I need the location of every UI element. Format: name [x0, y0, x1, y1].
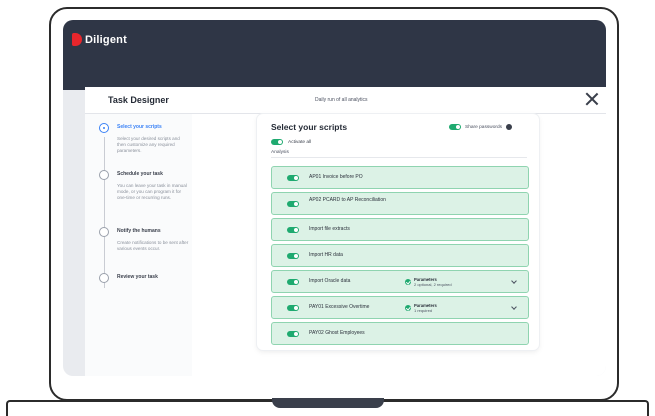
activate-all-toggle[interactable] [271, 139, 283, 145]
script-name: PAY01 Excessive Overtime [309, 304, 370, 310]
brand-name: Diligent [85, 33, 127, 46]
diligent-logo-icon [72, 33, 82, 46]
step-indicator-icon [99, 227, 109, 237]
brand-logo[interactable]: Diligent [72, 33, 127, 46]
script-row-pay02[interactable]: PAY02 Ghost Employees [271, 322, 529, 345]
laptop-mockup: Diligent Task Designer Daily run of all … [0, 0, 655, 416]
script-toggle[interactable] [287, 331, 299, 337]
task-designer-dialog: Task Designer Daily run of all analytics… [85, 87, 606, 376]
script-toggle[interactable] [287, 175, 299, 181]
step-title: Notify the humans [117, 228, 161, 234]
dialog-title: Task Designer [108, 95, 169, 105]
step-indicator-icon [99, 123, 109, 133]
step-description: Create notifications to be sent after va… [117, 240, 189, 251]
script-name: Import file extracts [309, 226, 350, 232]
task-name: Daily run of all analytics [315, 97, 368, 103]
script-row-ap02[interactable]: AP02 PCARD to AP Reconciliation [271, 192, 529, 215]
laptop-notch [272, 398, 384, 408]
script-toggle[interactable] [287, 227, 299, 233]
script-list: AP01 Invoice before PO AP02 PCARD to AP … [271, 166, 529, 348]
step-description: Select your desired scripts and then cus… [117, 136, 180, 153]
activate-all-control: Activate all [271, 139, 311, 145]
divider [271, 157, 527, 158]
laptop-screen: Diligent Task Designer Daily run of all … [63, 20, 606, 376]
chevron-down-icon[interactable] [511, 304, 517, 310]
script-row-import-hr[interactable]: Import HR data [271, 244, 529, 267]
script-row-pay01[interactable]: PAY01 Excessive Overtime Parameters 1 re… [271, 296, 529, 319]
script-name: AP01 Invoice before PO [309, 174, 363, 180]
share-passwords-toggle[interactable] [449, 124, 461, 130]
step-description: You can leave your task in manual mode, … [117, 183, 187, 200]
info-icon[interactable] [506, 124, 513, 130]
panel-title: Select your scripts [271, 122, 348, 132]
parameters-summary: 1 required [414, 308, 433, 313]
check-circle-icon [405, 305, 411, 311]
script-toggle[interactable] [287, 253, 299, 259]
parameters-status: Parameters 1 required [405, 303, 437, 313]
step-title: Schedule your task [117, 171, 163, 177]
section-label: Analysis [271, 150, 289, 155]
activate-all-label: Activate all [288, 139, 312, 145]
script-toggle[interactable] [287, 279, 299, 285]
share-passwords-label: Share passwords [465, 124, 503, 130]
script-name: Import Oracle data [309, 278, 351, 284]
scripts-panel: Select your scripts Share passwords Acti… [257, 114, 539, 350]
script-toggle[interactable] [287, 305, 299, 311]
step-title: Select your scripts [117, 124, 162, 130]
app-header: Diligent [63, 20, 606, 90]
close-icon[interactable] [584, 91, 600, 107]
script-name: Import HR data [309, 252, 343, 258]
step-indicator-icon [99, 273, 109, 283]
script-name: PAY02 Ghost Employees [309, 330, 365, 336]
script-row-import-file[interactable]: Import file extracts [271, 218, 529, 241]
share-passwords-control: Share passwords [449, 124, 513, 130]
step-title: Review your task [117, 274, 158, 280]
step-connector [104, 137, 105, 288]
step-indicator-icon [99, 170, 109, 180]
parameters-summary: 2 optional, 2 required [414, 282, 452, 287]
parameters-status: Parameters 2 optional, 2 required [405, 277, 452, 287]
script-name: AP02 PCARD to AP Reconciliation [309, 197, 386, 203]
chevron-down-icon[interactable] [511, 278, 517, 284]
dialog-header: Task Designer Daily run of all analytics [85, 87, 606, 114]
steps-sidebar: Select your scripts Select your desired … [85, 114, 192, 376]
script-row-ap01[interactable]: AP01 Invoice before PO [271, 166, 529, 189]
script-row-import-oracle[interactable]: Import Oracle data Parameters 2 optional… [271, 270, 529, 293]
check-circle-icon [405, 279, 411, 285]
script-toggle[interactable] [287, 201, 299, 207]
